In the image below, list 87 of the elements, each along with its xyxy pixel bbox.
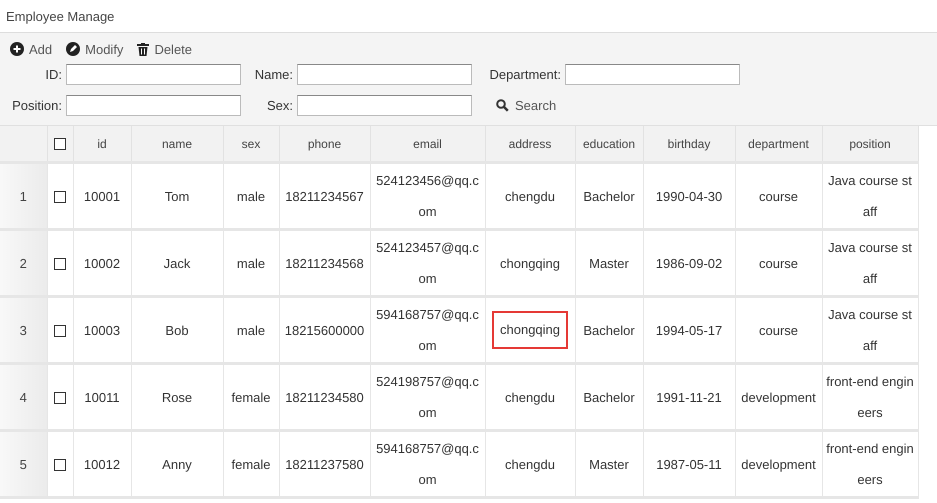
select-all-checkbox[interactable]: [54, 138, 66, 150]
table-cell: Jack: [131, 230, 223, 296]
table-cell: 1994-05-17: [643, 296, 735, 364]
table-cell: chengdu: [485, 430, 575, 498]
table-cell: 524123457@qq.com: [370, 230, 485, 296]
table-cell: 1987-05-11: [643, 430, 735, 498]
row-checkbox[interactable]: [54, 258, 66, 270]
table-cell: Tom: [131, 162, 223, 230]
field-label: Name:: [254, 67, 294, 82]
row-number: 1: [0, 162, 47, 230]
table-cell: 594168757@qq.com: [370, 430, 485, 498]
table-cell: Bachelor: [575, 296, 643, 364]
table-cell: 10002: [73, 230, 131, 296]
table-cell: 594168757@qq.com: [370, 296, 485, 364]
delete-button[interactable]: Delete: [137, 42, 192, 56]
table-cell: chengdu: [485, 364, 575, 430]
table-cell: chongqing: [485, 230, 575, 296]
search-button[interactable]: Search: [496, 98, 556, 113]
table-cell: 10003: [73, 296, 131, 364]
column-header[interactable]: name: [131, 126, 223, 162]
table-cell: Bachelor: [575, 162, 643, 230]
pencil-icon: [66, 42, 80, 56]
table-cell: Bob: [131, 296, 223, 364]
table-cell: Anny: [131, 430, 223, 498]
table-cell: course: [735, 296, 822, 364]
table-cell: 524123456@qq.com: [370, 162, 485, 230]
input-field[interactable]: [66, 95, 241, 116]
row-number: 4: [0, 364, 47, 430]
row-number: 5: [0, 430, 47, 498]
modify-button[interactable]: Modify: [66, 42, 124, 56]
table-cell: course: [735, 230, 822, 296]
table-cell: 18211234567: [279, 162, 370, 230]
table-cell: 1990-04-30: [643, 162, 735, 230]
table-cell: Master: [575, 430, 643, 498]
table-cell: 10011: [73, 364, 131, 430]
table-cell: development: [735, 364, 822, 430]
add-button[interactable]: Add: [10, 42, 52, 56]
table-cell: 18211234568: [279, 230, 370, 296]
table-cell: Java course staff: [822, 162, 918, 230]
trash-icon: [137, 42, 150, 56]
table-cell: 18211234580: [279, 364, 370, 430]
search-icon: [496, 99, 509, 112]
table-cell: 1991-11-21: [643, 364, 735, 430]
row-checkbox[interactable]: [54, 191, 66, 204]
table-cell: Rose: [131, 364, 223, 430]
input-field[interactable]: [565, 64, 740, 85]
row-number: 2: [0, 230, 47, 296]
table-cell: Java course staff: [822, 230, 918, 296]
column-header[interactable]: address: [485, 126, 575, 162]
table-cell: 524198757@qq.com: [370, 364, 485, 430]
column-header[interactable]: department: [735, 126, 822, 162]
field-label: Department:: [488, 67, 562, 82]
input-field[interactable]: [297, 95, 472, 116]
row-checkbox[interactable]: [54, 392, 66, 404]
table-cell: Bachelor: [575, 364, 643, 430]
table-cell: 10001: [73, 162, 131, 230]
table-cell: male: [223, 162, 279, 230]
table-cell: Master: [575, 230, 643, 296]
column-header[interactable]: phone: [279, 126, 370, 162]
table-cell: 10012: [73, 430, 131, 498]
table-cell: chongqing: [494, 313, 566, 347]
row-checkbox[interactable]: [54, 325, 66, 338]
table-cell: 1986-09-02: [643, 230, 735, 296]
table-cell: male: [223, 296, 279, 364]
input-field[interactable]: [297, 64, 472, 85]
column-header[interactable]: email: [370, 126, 485, 162]
column-header[interactable]: education: [575, 126, 643, 162]
column-header[interactable]: sex: [223, 126, 279, 162]
input-field[interactable]: [66, 64, 241, 85]
table-cell: female: [223, 364, 279, 430]
table-cell: female: [223, 430, 279, 498]
row-checkbox[interactable]: [54, 459, 66, 472]
table-cell: male: [223, 230, 279, 296]
table-cell: front-end engineers: [822, 430, 918, 498]
field-label: Position:: [11, 98, 63, 113]
add-icon: [10, 42, 24, 56]
table-cell: 18215600000: [279, 296, 370, 364]
column-header[interactable]: birthday: [643, 126, 735, 162]
table-cell: 18211237580: [279, 430, 370, 498]
row-number: 3: [0, 296, 47, 364]
field-label: ID:: [44, 67, 63, 82]
table-cell: chengdu: [485, 162, 575, 230]
field-label: Sex:: [266, 98, 294, 113]
column-header[interactable]: position: [822, 126, 918, 162]
table-cell: development: [735, 430, 822, 498]
table-cell: course: [735, 162, 822, 230]
column-header[interactable]: id: [73, 126, 131, 162]
